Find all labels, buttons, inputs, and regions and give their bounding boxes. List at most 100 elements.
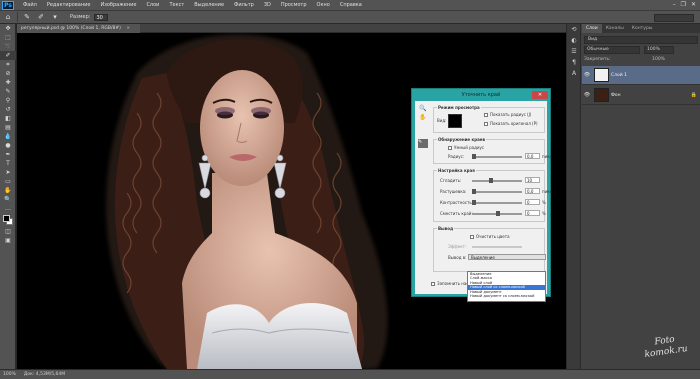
contrast-value[interactable]: 0 xyxy=(525,199,540,205)
zoom-tool-icon[interactable]: 🔍 xyxy=(0,195,16,204)
type-tool-icon[interactable]: T xyxy=(0,159,16,168)
healing-brush-icon[interactable]: ✚ xyxy=(0,78,16,87)
show-radius-checkbox[interactable]: Показать радиус (J) xyxy=(484,112,531,117)
blur-tool-icon[interactable]: 💧 xyxy=(0,132,16,141)
eye-icon[interactable]: 👁 xyxy=(582,92,592,98)
menu-file[interactable]: Файл xyxy=(18,2,42,8)
restore-icon[interactable]: ❐ xyxy=(681,1,686,8)
brush-tool-icon[interactable]: ✎ xyxy=(0,87,16,96)
menu-select[interactable]: Выделение xyxy=(189,2,229,8)
dropdown-option[interactable]: Новый документ со слоем-маской xyxy=(468,294,545,298)
lasso-tool-icon[interactable]: ➰ xyxy=(0,42,16,51)
menu-window[interactable]: Окно xyxy=(312,2,335,8)
shape-tool-icon[interactable]: ▭ xyxy=(0,177,16,186)
eye-icon[interactable]: 👁 xyxy=(582,72,592,78)
menu-view[interactable]: Просмотр xyxy=(276,2,312,8)
close-icon[interactable]: ✕ xyxy=(691,1,696,8)
dodge-tool-icon[interactable]: ● xyxy=(0,141,16,150)
amount-slider[interactable] xyxy=(472,246,522,248)
contrast-slider[interactable] xyxy=(472,200,522,205)
clone-stamp-icon[interactable]: ⚲ xyxy=(0,96,16,105)
character-icon[interactable]: A xyxy=(567,68,581,79)
menu-layers[interactable]: Слои xyxy=(141,2,164,8)
checkbox[interactable] xyxy=(484,113,488,117)
smooth-value[interactable]: 10 xyxy=(525,177,540,183)
radius-value[interactable]: 0,0 xyxy=(525,153,540,159)
shift-edge-value[interactable]: 0 xyxy=(525,210,540,216)
section-title: Настройка края xyxy=(437,168,476,173)
smart-radius-checkbox[interactable]: Умный радиус xyxy=(448,145,484,150)
eraser-tool-icon[interactable]: ◧ xyxy=(0,114,16,123)
hand-tool-icon[interactable]: ✋ xyxy=(0,186,16,195)
feather-slider[interactable] xyxy=(472,189,522,194)
slider-knob[interactable] xyxy=(472,154,476,159)
home-icon[interactable]: ⌂ xyxy=(3,13,13,22)
smooth-slider[interactable] xyxy=(472,178,522,183)
foreground-color[interactable] xyxy=(3,215,10,222)
move-tool-icon[interactable]: ✥ xyxy=(0,24,16,33)
menu-type[interactable]: Текст xyxy=(164,2,189,8)
menu-3d[interactable]: 3D xyxy=(259,2,276,8)
checkbox[interactable] xyxy=(470,235,474,239)
fill-field[interactable]: 100% xyxy=(652,57,665,62)
hand-tool-icon[interactable]: ✋ xyxy=(418,114,428,123)
slider-knob[interactable] xyxy=(472,200,476,205)
checkbox[interactable] xyxy=(431,282,435,286)
chevron-down-icon[interactable]: ▾ xyxy=(50,13,60,22)
color-swatches[interactable] xyxy=(0,213,16,227)
document-tab[interactable]: регулярный.psd @ 100% (Слой 1, RGB/8#) × xyxy=(17,24,141,33)
menu-image[interactable]: Изображение xyxy=(95,2,141,8)
quick-selection-tool-icon[interactable]: ✐ xyxy=(0,51,16,60)
refine-radius-brush-icon[interactable]: ✎ xyxy=(418,139,428,148)
eraser-tool-icon[interactable]: ✐ xyxy=(36,13,46,22)
marquee-tool-icon[interactable]: ⬚ xyxy=(0,33,16,42)
tab-paths[interactable]: Контуры xyxy=(628,24,657,33)
gradient-tool-icon[interactable]: ▤ xyxy=(0,123,16,132)
radius-slider[interactable] xyxy=(472,154,522,159)
feather-value[interactable]: 0,0 xyxy=(525,188,540,194)
shift-edge-slider[interactable] xyxy=(472,211,522,216)
layer-row-background[interactable]: 👁 Фон 🔒 xyxy=(582,86,700,105)
size-input[interactable]: 30 xyxy=(94,13,109,21)
view-mode-thumbnail[interactable] xyxy=(448,114,462,128)
slider-knob[interactable] xyxy=(472,189,476,194)
pen-tool-icon[interactable]: ✒ xyxy=(0,150,16,159)
minimize-icon[interactable]: – xyxy=(673,1,676,8)
path-selection-icon[interactable]: ➤ xyxy=(0,168,16,177)
slider-knob[interactable] xyxy=(496,211,500,216)
layer-filter[interactable]: Вид xyxy=(584,36,698,44)
screen-mode-icon[interactable]: ▣ xyxy=(0,236,16,245)
show-original-checkbox[interactable]: Показать оригинал (P) xyxy=(484,121,538,126)
close-icon[interactable]: × xyxy=(126,26,130,31)
paragraph-icon[interactable]: ¶ xyxy=(567,57,581,68)
workspace-select[interactable] xyxy=(654,14,694,22)
crop-tool-icon[interactable]: ⌗ xyxy=(0,60,16,69)
blend-mode-select[interactable]: Обычные xyxy=(584,46,640,54)
output-to-dropdown[interactable]: Выделение Слой-маска Новый слой Новый сл… xyxy=(467,271,546,302)
checkbox[interactable] xyxy=(448,146,452,150)
zoom-tool-icon[interactable]: 🔍 xyxy=(418,105,428,114)
zoom-level[interactable]: 100% xyxy=(3,372,16,377)
quick-mask-icon[interactable]: ◫ xyxy=(0,227,16,236)
photoshop-logo[interactable]: Ps xyxy=(2,0,14,10)
adjustments-icon[interactable]: ◐ xyxy=(567,35,581,46)
menu-edit[interactable]: Редактирование xyxy=(42,2,96,8)
opacity-field[interactable]: 100% xyxy=(644,46,674,54)
slider-knob[interactable] xyxy=(489,178,493,183)
tab-layers[interactable]: Слои xyxy=(582,24,602,33)
properties-icon[interactable]: ☰ xyxy=(567,46,581,57)
dialog-title-bar[interactable]: Уточнить край ✕ xyxy=(412,89,550,101)
history-brush-icon[interactable]: ↺ xyxy=(0,105,16,114)
close-icon[interactable]: ✕ xyxy=(532,91,548,99)
layer-row-layer-1[interactable]: 👁 Слой 1 xyxy=(582,66,700,85)
menu-help[interactable]: Справка xyxy=(335,2,367,8)
tab-channels[interactable]: Каналы xyxy=(602,24,628,33)
decontaminate-checkbox[interactable]: Очистить цвета xyxy=(470,234,510,239)
history-icon[interactable]: ⟲ xyxy=(567,24,581,35)
eyedropper-tool-icon[interactable]: ⊘ xyxy=(0,69,16,78)
brush-tool-icon[interactable]: ✎ xyxy=(22,13,32,22)
menu-filter[interactable]: Фильтр xyxy=(229,2,259,8)
output-to-select[interactable]: Выделение xyxy=(468,254,546,260)
checkbox[interactable] xyxy=(484,122,488,126)
more-tools-icon[interactable]: … xyxy=(0,204,16,213)
